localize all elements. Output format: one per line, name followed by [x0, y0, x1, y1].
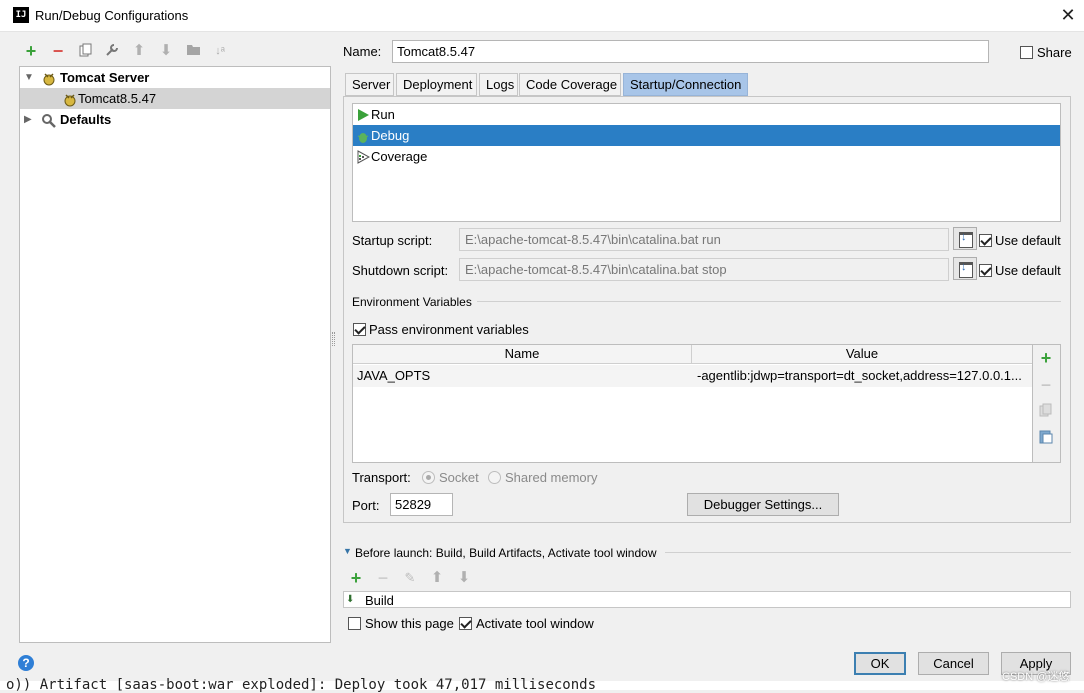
use-default-label: Use default: [995, 233, 1061, 248]
tab-startup-connection[interactable]: Startup/Connection: [623, 73, 748, 96]
before-launch-list: ⬇ Build: [343, 591, 1071, 608]
shutdown-script-field[interactable]: E:\apache-tomcat-8.5.47\bin\catalina.bat…: [459, 258, 949, 281]
activate-tool-window-label: Activate tool window: [476, 616, 594, 631]
tab-server[interactable]: Server: [345, 73, 394, 96]
watermark: CSDN @迷悠: [1002, 671, 1070, 683]
window-title: Run/Debug Configurations: [35, 8, 189, 23]
transport-label: Transport:: [352, 470, 411, 485]
mode-debug[interactable]: Debug: [353, 125, 1060, 146]
tab-code-coverage[interactable]: Code Coverage: [519, 73, 621, 96]
copy-icon[interactable]: [78, 43, 94, 59]
collapse-triangle-icon[interactable]: ▼: [343, 546, 352, 556]
column-header-value[interactable]: Value: [692, 345, 1032, 364]
close-icon[interactable]: ✕: [1058, 3, 1078, 27]
env-section-title: Environment Variables: [352, 295, 472, 309]
copy-icon[interactable]: [1033, 403, 1059, 421]
startup-script-label: Startup script:: [352, 233, 433, 248]
tab-logs[interactable]: Logs: [479, 73, 518, 96]
remove-icon[interactable]: −: [50, 42, 66, 60]
env-row-name[interactable]: JAVA_OPTS: [353, 365, 692, 387]
env-separator: [477, 301, 1061, 302]
move-down-icon[interactable]: ⬇: [158, 43, 174, 59]
tomcat-icon: [62, 88, 78, 109]
paste-icon[interactable]: [1033, 429, 1059, 448]
port-label: Port:: [352, 498, 380, 513]
debugger-settings-button[interactable]: Debugger Settings...: [687, 493, 839, 516]
startup-browse-button[interactable]: [953, 227, 977, 250]
mode-label: Debug: [371, 128, 410, 143]
port-field[interactable]: 52829: [390, 493, 453, 516]
tree-item-label: Tomcat8.5.47: [78, 91, 157, 106]
tree-item-defaults[interactable]: ▶ Defaults: [20, 109, 330, 130]
edit-icon[interactable]: ✎: [402, 570, 418, 586]
before-launch-title: Before launch: Build, Build Artifacts, A…: [355, 546, 657, 560]
remove-icon[interactable]: −: [375, 569, 391, 587]
intellij-app-icon: IJ: [13, 7, 29, 23]
startup-script-field[interactable]: E:\apache-tomcat-8.5.47\bin\catalina.bat…: [459, 228, 949, 251]
ok-button[interactable]: OK: [854, 652, 906, 675]
use-default-label: Use default: [995, 263, 1061, 278]
env-row-value[interactable]: -agentlib:jdwp=transport=dt_socket,addre…: [692, 365, 1032, 387]
mode-list: Run Debug Coverage: [352, 103, 1061, 222]
startup-use-default-checkbox[interactable]: [979, 234, 992, 247]
build-icon: ⬇: [346, 594, 355, 605]
tree-item-tomcat8[interactable]: Tomcat8.5.47: [20, 88, 330, 109]
remove-icon[interactable]: −: [1033, 376, 1059, 394]
name-field[interactable]: Tomcat8.5.47: [392, 40, 989, 63]
configuration-tree: ▼ Tomcat Server Tomcat8.5.47 ▶ Defaults: [19, 66, 331, 643]
mode-label: Run: [371, 107, 395, 122]
socket-radio[interactable]: [422, 471, 435, 484]
mode-coverage[interactable]: Coverage: [353, 146, 1060, 167]
title-bar: IJ Run/Debug Configurations ✕: [0, 0, 1084, 32]
folder-icon[interactable]: [185, 43, 201, 59]
add-icon[interactable]: +: [348, 569, 364, 587]
console-output-text: o)) Artifact [saas-boot:war exploded]: D…: [6, 677, 597, 693]
wrench-icon[interactable]: [104, 43, 120, 59]
wrench-icon: [41, 109, 57, 130]
show-page-checkbox[interactable]: [348, 617, 361, 630]
share-label: Share: [1037, 45, 1072, 60]
coverage-icon: [356, 149, 371, 170]
env-table: Name Value JAVA_OPTS -agentlib:jdwp=tran…: [352, 344, 1033, 463]
shared-memory-label: Shared memory: [505, 470, 598, 485]
before-launch-separator: [665, 552, 1071, 553]
move-down-icon[interactable]: ⬇: [456, 570, 472, 586]
tomcat-icon: [41, 67, 57, 88]
sort-icon[interactable]: ↓ᵃ: [212, 43, 228, 59]
tab-deployment[interactable]: Deployment: [396, 73, 477, 96]
column-header-name[interactable]: Name: [353, 345, 692, 364]
activate-tool-window-checkbox[interactable]: [459, 617, 472, 630]
socket-label: Socket: [439, 470, 479, 485]
chevron-down-icon[interactable]: ▼: [24, 67, 34, 88]
name-label: Name:: [343, 44, 382, 59]
pass-env-checkbox[interactable]: [353, 323, 366, 336]
pass-env-label: Pass environment variables: [369, 322, 529, 337]
add-icon[interactable]: +: [1033, 349, 1059, 367]
shutdown-use-default-checkbox[interactable]: [979, 264, 992, 277]
splitter-handle[interactable]: [332, 332, 335, 346]
tree-item-label: Tomcat Server: [60, 70, 150, 85]
cancel-button[interactable]: Cancel: [918, 652, 989, 675]
mode-run[interactable]: Run: [353, 104, 1060, 125]
shared-memory-radio[interactable]: [488, 471, 501, 484]
show-page-label: Show this page: [365, 616, 454, 631]
chevron-right-icon[interactable]: ▶: [24, 109, 32, 130]
help-icon[interactable]: ?: [18, 655, 34, 671]
build-item[interactable]: Build: [365, 593, 394, 608]
move-up-icon[interactable]: ⬆: [131, 43, 147, 59]
add-icon[interactable]: +: [23, 42, 39, 60]
tree-item-label: Defaults: [60, 112, 112, 127]
share-checkbox[interactable]: [1020, 46, 1033, 59]
env-actions: + −: [1033, 344, 1061, 463]
mode-label: Coverage: [371, 149, 428, 164]
shutdown-browse-button[interactable]: [953, 257, 977, 280]
tree-item-tomcat-server[interactable]: ▼ Tomcat Server: [20, 67, 330, 88]
move-up-icon[interactable]: ⬆: [429, 570, 445, 586]
shutdown-script-label: Shutdown script:: [352, 263, 449, 278]
